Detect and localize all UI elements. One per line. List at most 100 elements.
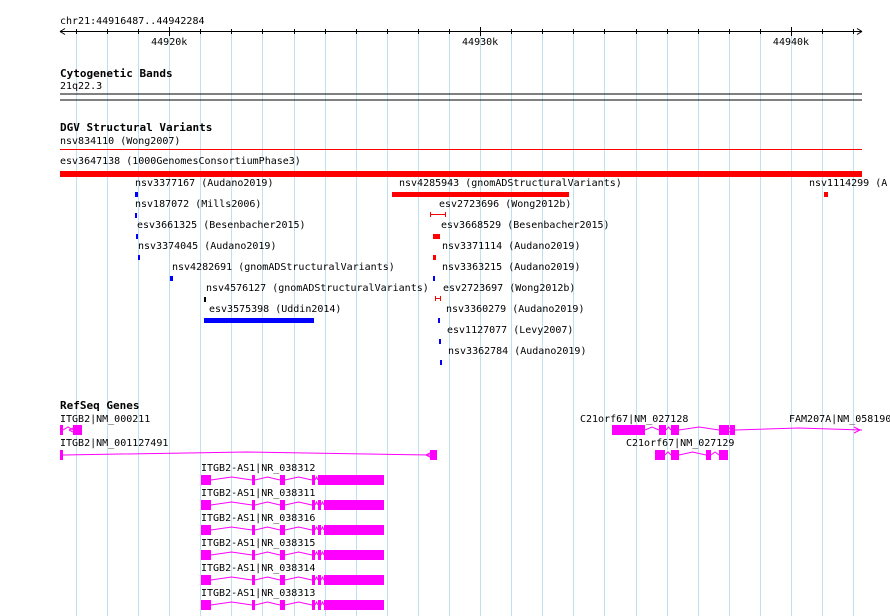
- gene-intron: [734, 427, 863, 431]
- gene-label: C21orf67|NM_027129: [626, 438, 734, 449]
- genome-browser-view[interactable]: chr21:44916487..44942284 44920k 44930k 449…: [0, 0, 890, 616]
- gene-intron: [210, 475, 319, 481]
- gene-exon[interactable]: [252, 475, 255, 485]
- gene-exon[interactable]: [324, 600, 384, 610]
- gene-exon[interactable]: [324, 500, 384, 510]
- gene-exon[interactable]: [280, 500, 285, 510]
- gene-exon[interactable]: [280, 575, 285, 585]
- gene-intron: [210, 575, 325, 581]
- gene-exon[interactable]: [252, 525, 255, 535]
- ruler-tick-label: 44940k: [773, 37, 809, 48]
- gene-exon[interactable]: [318, 550, 321, 560]
- gene-exon[interactable]: [280, 600, 285, 610]
- gene-exon[interactable]: [312, 600, 315, 610]
- gene-exon[interactable]: [318, 525, 321, 535]
- gene-exon[interactable]: [201, 600, 211, 610]
- dgv-feature[interactable]: [135, 213, 137, 218]
- gene-exon[interactable]: [201, 525, 211, 535]
- gene-exon[interactable]: [252, 500, 255, 510]
- gene-exon[interactable]: [312, 550, 315, 560]
- dgv-feature-label: nsv3363215 (Audano2019): [442, 262, 580, 273]
- gene-exon[interactable]: [324, 575, 384, 585]
- gene-exon[interactable]: [318, 600, 321, 610]
- gene-exon[interactable]: [334, 475, 384, 485]
- gene-exon[interactable]: [312, 575, 315, 585]
- gene-exon[interactable]: [719, 450, 728, 460]
- dgv-feature[interactable]: [392, 192, 569, 197]
- gene-label: ITGB2-AS1|NR_038315: [201, 538, 315, 549]
- dgv-feature-label: esv3575398 (Uddin2014): [209, 304, 341, 315]
- gene-exon[interactable]: [612, 425, 645, 435]
- gene-exon[interactable]: [324, 550, 384, 560]
- gene-exon[interactable]: [280, 525, 285, 535]
- gene-exon[interactable]: [671, 425, 679, 435]
- gene-label: ITGB2|NM_000211: [60, 414, 150, 425]
- gene-exon[interactable]: [312, 500, 315, 510]
- dgv-feature[interactable]: [438, 318, 440, 323]
- gene-exon[interactable]: [73, 425, 82, 435]
- dgv-feature[interactable]: [440, 360, 442, 365]
- dgv-feature[interactable]: [138, 255, 140, 260]
- refseq-track[interactable]: ITGB2|NM_000211 ITGB2|NM_001127491 C21orf6…: [60, 414, 890, 610]
- gene-exon[interactable]: [252, 575, 255, 585]
- dgv-feature-label: nsv4285943 (gnomADStructuralVariants): [399, 178, 622, 189]
- gene-exon[interactable]: [318, 500, 321, 510]
- gene-exon[interactable]: [430, 450, 437, 460]
- ruler-tick-label: 44920k: [151, 37, 187, 48]
- dgv-feature[interactable]: [204, 318, 314, 323]
- gene-exon[interactable]: [730, 425, 735, 435]
- dgv-feature[interactable]: [439, 339, 441, 344]
- dgv-feature[interactable]: [433, 255, 436, 260]
- gene-intron: [62, 451, 431, 456]
- gene-exon[interactable]: [324, 525, 384, 535]
- dgv-feature[interactable]: [433, 276, 435, 281]
- gene-exon[interactable]: [201, 500, 211, 510]
- gene-intron: [644, 426, 720, 431]
- dgv-track-title: DGV Structural Variants: [60, 121, 212, 134]
- dgv-feature-label: nsv3371114 (Audano2019): [442, 241, 580, 252]
- dgv-feature-label: nsv187072 (Mills2006): [135, 199, 261, 210]
- gene-exon[interactable]: [201, 475, 211, 485]
- gene-exon[interactable]: [671, 450, 679, 460]
- gene-exon[interactable]: [318, 575, 321, 585]
- dgv-feature-label: nsv1114299 (A: [809, 178, 887, 189]
- dgv-feature[interactable]: [136, 234, 138, 239]
- gene-label: ITGB2|NM_001127491: [60, 438, 168, 449]
- gene-exon[interactable]: [252, 550, 255, 560]
- dgv-feature[interactable]: [824, 192, 828, 197]
- gene-exon[interactable]: [655, 450, 665, 460]
- gene-exon[interactable]: [659, 425, 666, 435]
- gene-label: ITGB2-AS1|NR_038311: [201, 488, 315, 499]
- dgv-feature-label: nsv3360279 (Audano2019): [446, 304, 584, 315]
- gene-exon[interactable]: [280, 475, 285, 485]
- dgv-track[interactable]: nsv834110 (Wong2007) esv3647138 (1000Geno…: [60, 136, 887, 365]
- dgv-feature[interactable]: [204, 297, 206, 302]
- ruler[interactable]: 44920k 44930k 44940k: [59, 27, 863, 48]
- gene-exon[interactable]: [60, 425, 63, 435]
- dgv-feature-label: nsv3377167 (Audano2019): [135, 178, 273, 189]
- dgv-feature[interactable]: [60, 171, 862, 177]
- gene-exon[interactable]: [312, 475, 315, 485]
- gene-intron: [210, 550, 325, 556]
- dgv-feature-label: nsv4576127 (gnomADStructuralVariants): [206, 283, 429, 294]
- dgv-feature[interactable]: [135, 192, 138, 197]
- gene-label: ITGB2-AS1|NR_038314: [201, 563, 315, 574]
- dgv-feature[interactable]: [170, 276, 173, 281]
- cytobands-track-title: Cytogenetic Bands: [60, 67, 173, 80]
- ruler-tick-label: 44930k: [462, 37, 498, 48]
- gene-exon[interactable]: [201, 575, 211, 585]
- gene-label: ITGB2-AS1|NR_038316: [201, 513, 315, 524]
- gene-exon[interactable]: [280, 550, 285, 560]
- gene-exon[interactable]: [312, 525, 315, 535]
- gene-exon[interactable]: [252, 600, 255, 610]
- gene-exon[interactable]: [201, 550, 211, 560]
- gene-label: ITGB2-AS1|NR_038312: [201, 463, 315, 474]
- dgv-feature-label: esv2723696 (Wong2012b): [439, 199, 571, 210]
- gene-label: ITGB2-AS1|NR_038313: [201, 588, 315, 599]
- gene-exon[interactable]: [726, 425, 729, 435]
- gene-exon[interactable]: [706, 450, 711, 460]
- gene-intron: [210, 525, 325, 531]
- gene-exon[interactable]: [60, 450, 63, 460]
- gene-label: FAM207A|NM_058190: [789, 414, 890, 425]
- dgv-feature[interactable]: [433, 234, 440, 239]
